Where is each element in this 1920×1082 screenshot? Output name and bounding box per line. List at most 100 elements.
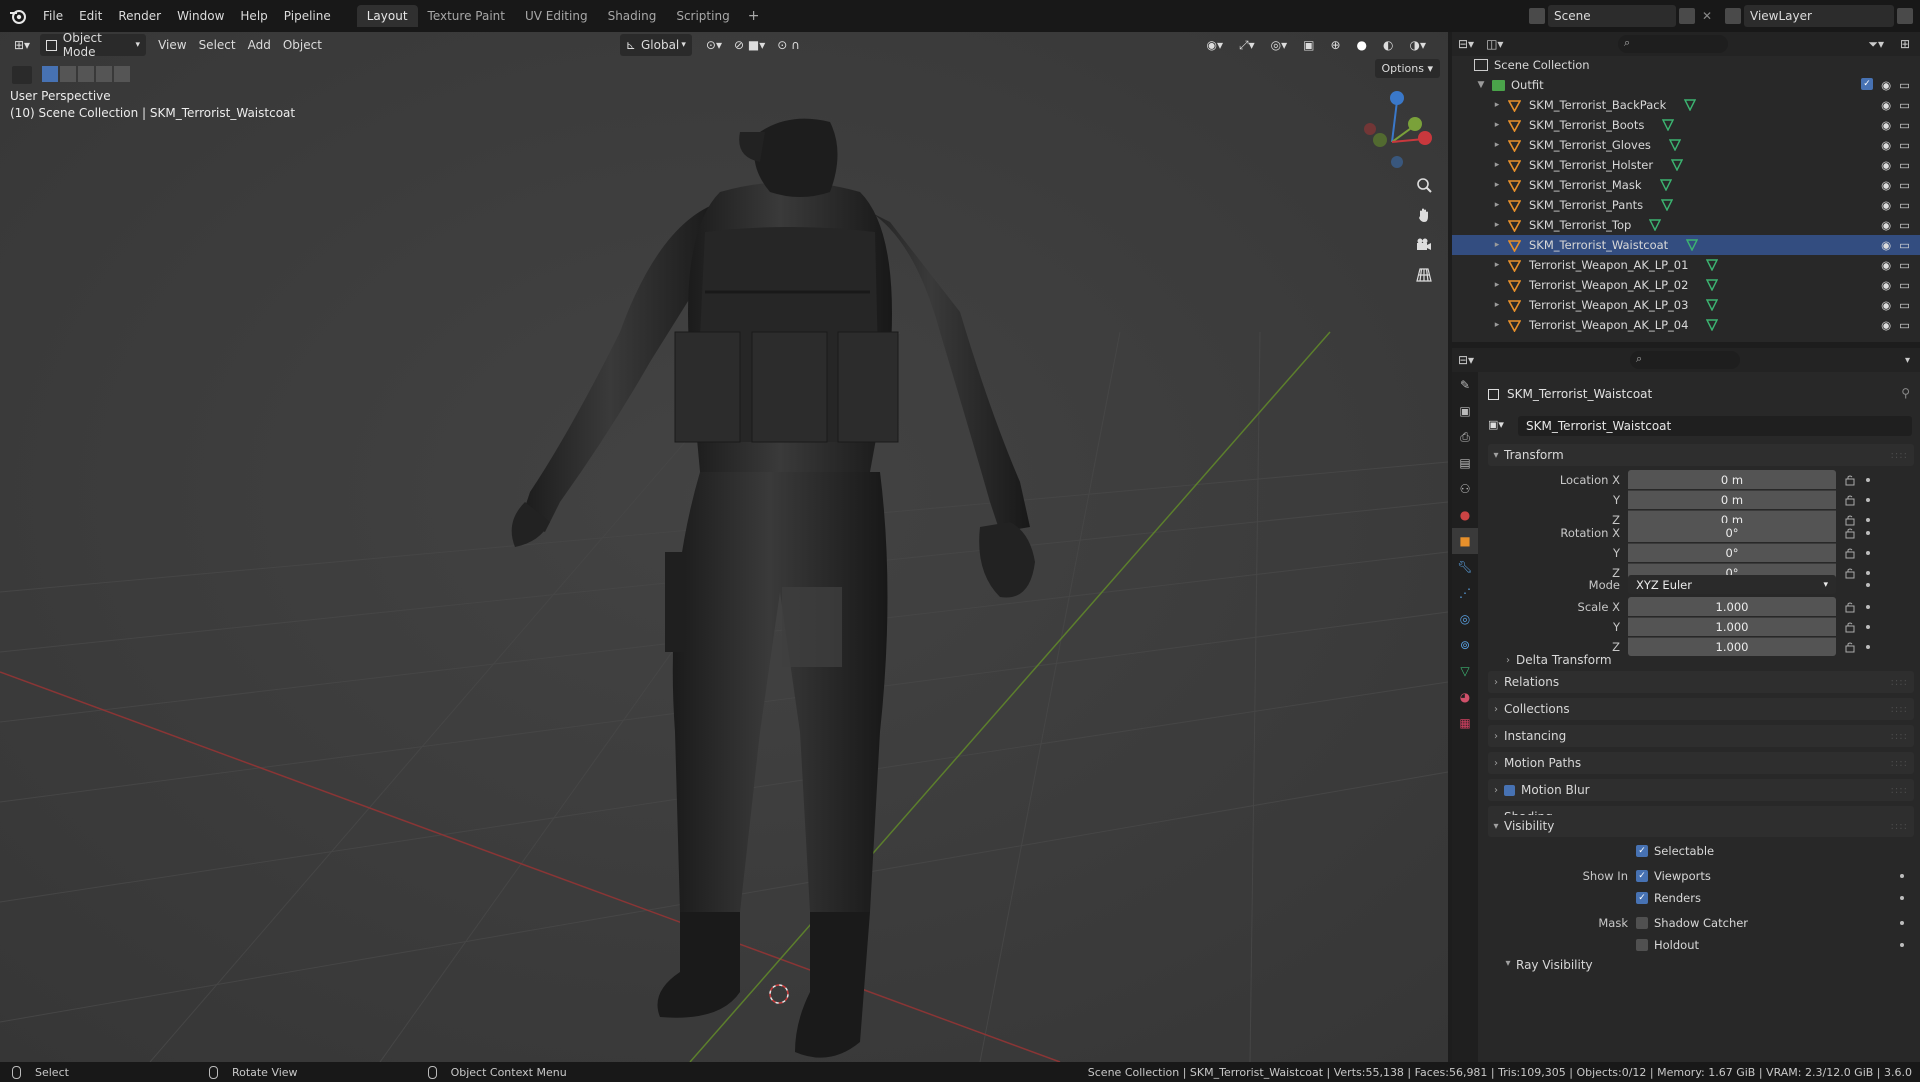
lock-icon[interactable]	[1844, 474, 1856, 486]
ray-visibility-header[interactable]: ▾ Ray Visibility	[1500, 958, 1914, 972]
outliner-item[interactable]: ▸ Terrorist_Weapon_AK_LP_01 ◉ ▭	[1452, 255, 1920, 275]
menu-object[interactable]: Object	[277, 34, 328, 56]
gizmo-y-icon[interactable]	[1408, 117, 1422, 131]
expand-toggle-icon[interactable]: ▸	[1492, 280, 1502, 290]
keyframe-dot-icon[interactable]	[1866, 624, 1870, 629]
scene-icon[interactable]	[1529, 8, 1545, 24]
xray-icon[interactable]: ▣	[1297, 34, 1320, 56]
menu-add[interactable]: Add	[242, 34, 277, 56]
object-browse-icon[interactable]: ▣▾	[1488, 418, 1504, 431]
scale-field[interactable]: 1.000	[1628, 617, 1836, 636]
keyframe-dot-icon[interactable]	[1866, 530, 1870, 535]
keyframe-dot-icon[interactable]	[1866, 582, 1870, 587]
data-tab-icon[interactable]: ▽	[1452, 658, 1478, 684]
particles-tab-icon[interactable]: ⋰	[1452, 580, 1478, 606]
rotation-field[interactable]: 0°	[1628, 523, 1836, 542]
keyframe-dot-icon[interactable]	[1866, 550, 1870, 555]
lock-icon[interactable]	[1844, 494, 1856, 506]
pin-icon[interactable]: ⚲	[1901, 386, 1910, 400]
scene-field[interactable]: Scene	[1548, 5, 1676, 27]
3d-viewport[interactable]: ⊞▾ Object Mode ▾ View Select Add Object …	[0, 32, 1448, 1062]
select-new-icon[interactable]	[42, 66, 58, 82]
eye-icon[interactable]: ◉	[1881, 218, 1891, 232]
location-field[interactable]: 0 m	[1628, 470, 1836, 489]
render-icon[interactable]: ▭	[1899, 278, 1910, 292]
outliner-item[interactable]: ▸ SKM_Terrorist_Pants ◉ ▭	[1452, 195, 1920, 215]
camera-view-icon[interactable]	[1411, 232, 1437, 258]
display-mode-icon[interactable]: ⊟▾	[1458, 37, 1474, 51]
transform-section-header[interactable]: ▾ Transform ::::	[1488, 444, 1914, 466]
mesh-data-icon[interactable]	[1706, 299, 1719, 311]
location-field[interactable]: 0 m	[1628, 490, 1836, 509]
eye-icon[interactable]: ◉	[1881, 138, 1891, 152]
drag-handle-icon[interactable]: ::::	[1891, 785, 1908, 796]
mesh-data-icon[interactable]	[1662, 119, 1675, 131]
mesh-data-icon[interactable]	[1684, 99, 1697, 111]
menu-help[interactable]: Help	[232, 5, 275, 27]
view-layer-field[interactable]: ViewLayer	[1744, 5, 1894, 27]
section-header[interactable]: › Relations::::	[1488, 671, 1914, 693]
eye-icon[interactable]: ◉	[1881, 98, 1891, 112]
view-layer-tab-icon[interactable]: ▤	[1452, 450, 1478, 476]
gizmo-z-icon[interactable]	[1390, 91, 1404, 105]
tab-uv-editing[interactable]: UV Editing	[515, 5, 598, 27]
outliner-item[interactable]: ▸ SKM_Terrorist_Top ◉ ▭	[1452, 215, 1920, 235]
viewports-checkbox[interactable]: ✓	[1636, 870, 1648, 882]
renders-row[interactable]: ✓ Renders	[1480, 888, 1920, 908]
outliner-item[interactable]: ▸ SKM_Terrorist_Mask ◉ ▭	[1452, 175, 1920, 195]
mesh-data-icon[interactable]	[1649, 219, 1662, 231]
object-name-field[interactable]: SKM_Terrorist_Waistcoat	[1518, 416, 1912, 436]
scale-field[interactable]: 1.000	[1628, 597, 1836, 616]
selectable-checkbox[interactable]: ✓	[1636, 845, 1648, 857]
material-tab-icon[interactable]: ◕	[1452, 684, 1478, 710]
outliner-row-scene-collection[interactable]: Scene Collection	[1452, 55, 1920, 75]
menu-render[interactable]: Render	[110, 5, 169, 27]
eye-icon[interactable]: ◉	[1881, 318, 1891, 332]
shadow-catcher-row[interactable]: Mask Shadow Catcher	[1480, 913, 1920, 933]
render-icon[interactable]: ▭	[1899, 218, 1910, 232]
mesh-data-icon[interactable]	[1668, 139, 1681, 151]
keyframe-dot-icon[interactable]	[1866, 497, 1870, 502]
world-tab-icon[interactable]: ●	[1452, 502, 1478, 528]
render-icon[interactable]: ▭	[1899, 98, 1910, 112]
perspective-toggle-icon[interactable]	[1411, 262, 1437, 288]
mode-dropdown[interactable]: Object Mode ▾	[40, 32, 147, 59]
blender-logo-icon[interactable]	[9, 7, 27, 25]
mesh-data-icon[interactable]	[1706, 279, 1719, 291]
eye-icon[interactable]: ◉	[1881, 238, 1891, 252]
renders-checkbox[interactable]: ✓	[1636, 892, 1648, 904]
solid-shading-icon[interactable]: ●	[1351, 34, 1373, 56]
gizmo-x-icon[interactable]	[1418, 131, 1432, 145]
eye-icon[interactable]: ◉	[1881, 278, 1891, 292]
drag-handle-icon[interactable]: ::::	[1891, 731, 1908, 742]
menu-edit[interactable]: Edit	[71, 5, 110, 27]
section-header[interactable]: › Instancing::::	[1488, 725, 1914, 747]
render-tab-icon[interactable]: ▣	[1452, 398, 1478, 424]
eye-icon[interactable]: ◉	[1881, 298, 1891, 312]
output-tab-icon[interactable]: ⎙	[1452, 424, 1478, 450]
tab-scripting[interactable]: Scripting	[666, 5, 739, 27]
drag-handle-icon[interactable]: ::::	[1891, 758, 1908, 769]
menu-window[interactable]: Window	[169, 5, 232, 27]
expand-toggle-icon[interactable]: ▸	[1492, 300, 1502, 310]
eye-icon[interactable]: ◉	[1881, 198, 1891, 212]
render-icon[interactable]: ▭	[1899, 258, 1910, 272]
menu-pipeline[interactable]: Pipeline	[276, 5, 339, 27]
menu-select[interactable]: Select	[193, 34, 242, 56]
new-collection-icon[interactable]: ⊞	[1900, 37, 1910, 51]
shadow-catcher-checkbox[interactable]	[1636, 917, 1648, 929]
tab-shading[interactable]: Shading	[598, 5, 667, 27]
physics-tab-icon[interactable]: ◎	[1452, 606, 1478, 632]
render-icon[interactable]: ▭	[1899, 298, 1910, 312]
drag-handle-icon[interactable]: ::::	[1891, 704, 1908, 715]
mesh-data-icon[interactable]	[1671, 159, 1684, 171]
editor-type-icon[interactable]: ⊟▾	[1458, 353, 1474, 367]
exclude-checkbox[interactable]: ✓	[1861, 78, 1874, 90]
outliner-search-input[interactable]: ⌕	[1618, 35, 1728, 53]
expand-toggle-icon[interactable]: ▸	[1492, 320, 1502, 330]
render-icon[interactable]: ▭	[1899, 178, 1910, 192]
expand-toggle-icon[interactable]: ▸	[1492, 180, 1502, 190]
render-icon[interactable]: ▭	[1899, 118, 1910, 132]
select-subtract-icon[interactable]	[78, 66, 94, 82]
add-workspace-button[interactable]: +	[740, 8, 768, 24]
